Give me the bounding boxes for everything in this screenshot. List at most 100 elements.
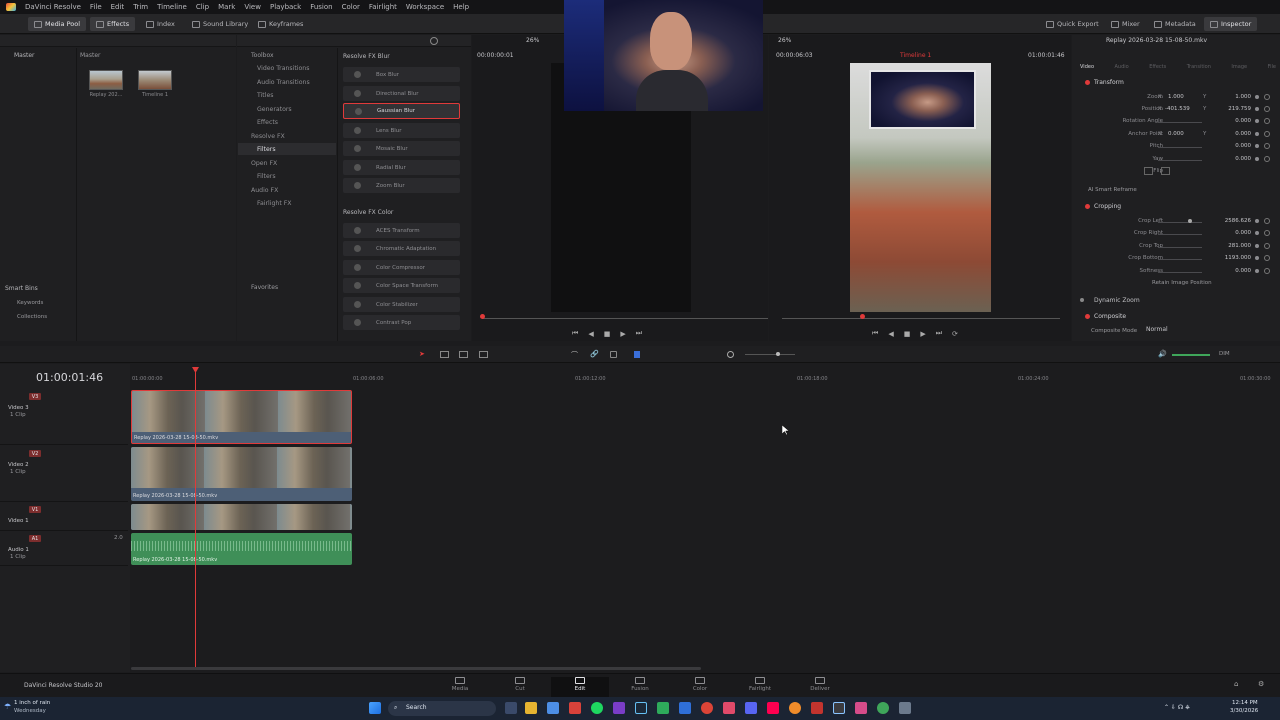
- file-explorer-icon[interactable]: [525, 702, 537, 714]
- timeline-ruler[interactable]: 01:00:00:00 01:00:06:00 01:00:12:00 01:0…: [130, 369, 1280, 387]
- menu-trim[interactable]: Trim: [133, 3, 148, 11]
- app-icon-5[interactable]: [723, 702, 735, 714]
- rotation-slider[interactable]: [1158, 122, 1202, 123]
- jump-start-icon[interactable]: ⏮: [872, 329, 878, 338]
- snapping-icon[interactable]: ⌒: [571, 350, 578, 360]
- play-icon[interactable]: ▶: [620, 330, 625, 338]
- fairlight-fx[interactable]: Fairlight FX: [257, 200, 292, 207]
- anchor-x-value[interactable]: 0.000: [1168, 131, 1184, 137]
- reset-icon[interactable]: [1264, 118, 1270, 124]
- timeline-scrubber[interactable]: [782, 318, 1060, 319]
- composite-mode-select[interactable]: Normal: [1144, 326, 1232, 336]
- timeline-timecode[interactable]: 01:00:01:46: [36, 371, 103, 384]
- fx-zoom-blur[interactable]: Zoom Blur: [343, 178, 460, 193]
- reset-icon[interactable]: [1264, 218, 1270, 224]
- keyframe-icon[interactable]: [1255, 269, 1259, 273]
- zoom-x-value[interactable]: 1.000: [1168, 94, 1184, 100]
- anchor-y-value[interactable]: 0.000: [1235, 131, 1251, 137]
- viewer-webcam-pip[interactable]: [869, 70, 976, 129]
- page-color[interactable]: Color: [680, 677, 720, 697]
- weather-line1[interactable]: 1 inch of rain: [14, 700, 50, 706]
- media-clip-thumbnail[interactable]: [89, 70, 123, 90]
- fx-box-blur[interactable]: Box Blur: [343, 67, 460, 82]
- trim-tool-icon[interactable]: [440, 351, 449, 358]
- tab-audio[interactable]: Audio: [1115, 64, 1129, 70]
- davinci-resolve-taskbar-icon[interactable]: [833, 702, 845, 714]
- keyframe-icon[interactable]: [1255, 119, 1259, 123]
- pitch-slider[interactable]: [1158, 147, 1202, 148]
- reset-icon[interactable]: [1264, 230, 1270, 236]
- transform-title[interactable]: Transform: [1094, 79, 1124, 86]
- selection-tool-icon[interactable]: ➤: [419, 350, 425, 358]
- crop-left-slider-handle[interactable]: [1188, 219, 1192, 223]
- keyframe-icon[interactable]: [1255, 107, 1259, 111]
- clip-a1[interactable]: Replay 2026-03-28 15-08-50.mkv: [131, 533, 352, 565]
- play-icon[interactable]: ▶: [920, 330, 925, 338]
- page-deliver[interactable]: Deliver: [800, 677, 840, 697]
- app-icon-7[interactable]: [855, 702, 867, 714]
- openfx-filters[interactable]: Filters: [257, 146, 276, 153]
- discord-icon[interactable]: [745, 702, 757, 714]
- track-badge[interactable]: A1: [29, 535, 41, 542]
- search-icon[interactable]: [430, 37, 438, 45]
- page-fusion[interactable]: Fusion: [620, 677, 660, 697]
- crop-top-value[interactable]: 281.000: [1228, 243, 1251, 249]
- yaw-slider[interactable]: [1158, 160, 1202, 161]
- index-button[interactable]: Index: [140, 17, 181, 31]
- settings-icon[interactable]: ⚙: [1258, 680, 1264, 688]
- fx-color-space-transform[interactable]: Color Space Transform: [343, 278, 460, 293]
- reset-icon[interactable]: [1264, 131, 1270, 137]
- fx-gaussian-blur[interactable]: Gaussian Blur: [343, 103, 460, 119]
- chrome-icon[interactable]: [701, 702, 713, 714]
- tab-transition[interactable]: Transition: [1187, 64, 1211, 70]
- page-media[interactable]: Media: [440, 677, 480, 697]
- crop-left-slider[interactable]: [1158, 222, 1202, 223]
- reset-icon[interactable]: [1264, 94, 1270, 100]
- loop-icon[interactable]: ⟳: [952, 330, 958, 338]
- app-icon-9[interactable]: [899, 702, 911, 714]
- toolbox-titles[interactable]: Titles: [257, 92, 273, 99]
- app-icon-2[interactable]: [613, 702, 625, 714]
- fx-directional-blur[interactable]: Directional Blur: [343, 86, 460, 101]
- jump-start-icon[interactable]: ⏮: [572, 329, 578, 338]
- clip-v1[interactable]: [131, 504, 352, 530]
- toolbox-video-transitions[interactable]: Video Transitions: [257, 65, 309, 72]
- track-header-v1[interactable]: V1 Video 1: [0, 503, 128, 531]
- app-icon-8[interactable]: [877, 702, 889, 714]
- crop-bottom-value[interactable]: 1193.000: [1225, 255, 1251, 261]
- keyframe-icon[interactable]: [1255, 95, 1259, 99]
- menu-help[interactable]: Help: [453, 3, 469, 11]
- reset-icon[interactable]: [1264, 255, 1270, 261]
- tab-file[interactable]: File: [1268, 64, 1276, 70]
- composite-enable-icon[interactable]: [1085, 314, 1090, 319]
- quick-export-button[interactable]: Quick Export: [1040, 17, 1105, 31]
- toolbox-effects[interactable]: Effects: [257, 119, 278, 126]
- volume-slider[interactable]: [1172, 354, 1210, 356]
- flip-vertical-icon[interactable]: [1161, 167, 1170, 175]
- spotify-icon[interactable]: [591, 702, 603, 714]
- crop-right-slider[interactable]: [1158, 234, 1202, 235]
- open-fx-group[interactable]: Open FX: [251, 160, 277, 167]
- timeline-zoom-slider[interactable]: [745, 354, 795, 355]
- taskbar-search[interactable]: ⌕ Search: [388, 701, 496, 716]
- menu-workspace[interactable]: Workspace: [406, 3, 444, 11]
- menu-timeline[interactable]: Timeline: [157, 3, 187, 11]
- crop-left-value[interactable]: 2586.626: [1225, 218, 1251, 224]
- crop-top-slider[interactable]: [1158, 247, 1202, 248]
- keyframe-icon[interactable]: [1255, 244, 1259, 248]
- system-tray-icons[interactable]: ⌃ ⇩ ☊ ⎈: [1164, 704, 1190, 712]
- fx-radial-blur[interactable]: Radial Blur: [343, 160, 460, 175]
- menu-view[interactable]: View: [244, 3, 261, 11]
- position-x-value[interactable]: -401.539: [1165, 106, 1190, 112]
- app-icon-3[interactable]: [657, 702, 669, 714]
- tab-effects[interactable]: Effects: [1149, 64, 1166, 70]
- app-icon-6[interactable]: [811, 702, 823, 714]
- windows-start-icon[interactable]: [369, 702, 381, 714]
- blade-tool-icon[interactable]: [479, 351, 488, 358]
- dynamic-trim-icon[interactable]: [459, 351, 468, 358]
- menu-fusion[interactable]: Fusion: [310, 3, 332, 11]
- speaker-icon[interactable]: 🔊: [1158, 350, 1167, 358]
- reset-icon[interactable]: [1264, 156, 1270, 162]
- stop-icon[interactable]: ■: [604, 330, 611, 338]
- zoom-icon[interactable]: [727, 351, 734, 358]
